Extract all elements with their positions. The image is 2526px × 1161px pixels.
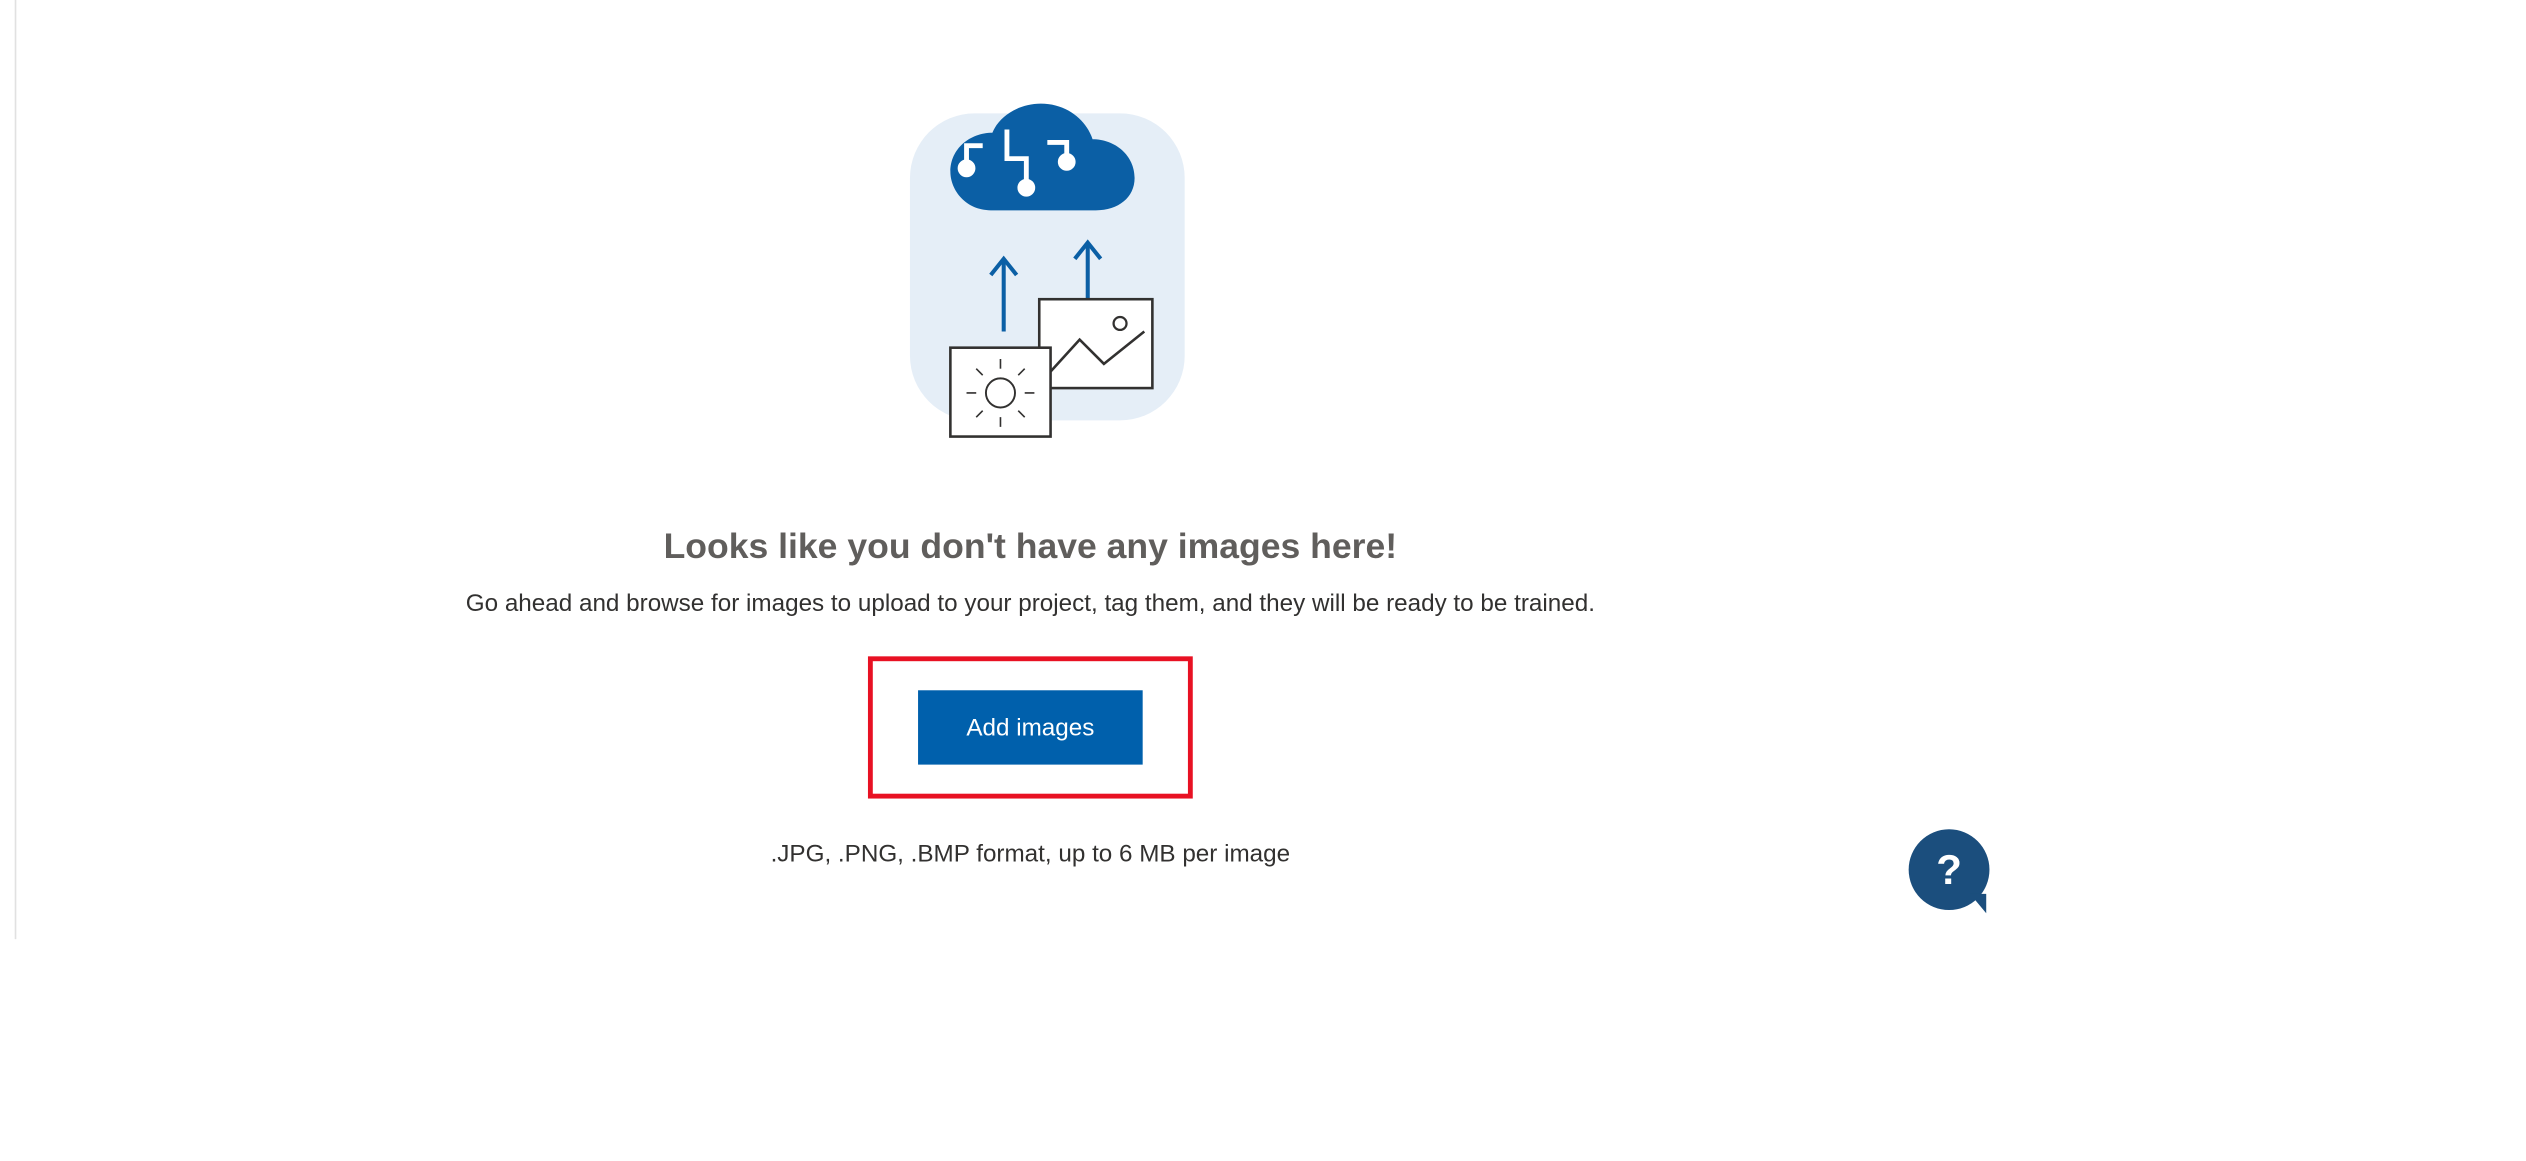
- add-images-main-button[interactable]: Add images: [918, 690, 1143, 764]
- empty-state: Looks like you don't have any images her…: [16, 97, 2044, 868]
- add-images-highlight: Add images: [868, 656, 1193, 798]
- formats-text: .JPG, .PNG, .BMP format, up to 6 MB per …: [771, 841, 1291, 868]
- question-icon: ?: [1936, 845, 1962, 895]
- body: Filter Iteration Workspace ▼ Tags + Tagg…: [0, 0, 2044, 939]
- empty-subtitle: Go ahead and browse for images to upload…: [466, 590, 1595, 617]
- sidebar: Filter Iteration Workspace ▼ Tags + Tagg…: [0, 0, 16, 939]
- empty-illustration: [861, 97, 1200, 477]
- empty-title: Looks like you don't have any images her…: [664, 525, 1398, 567]
- main-area: Add images Delete Tag images Select all: [16, 0, 2044, 939]
- help-fab[interactable]: ?: [1909, 829, 1990, 910]
